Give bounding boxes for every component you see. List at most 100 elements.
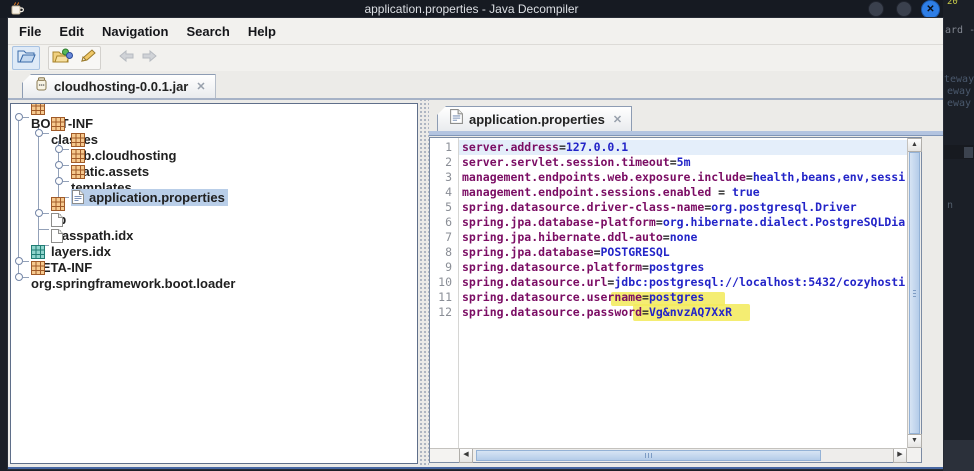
open-type-button[interactable] [49,47,76,69]
tree-connector [43,133,49,134]
tree-connector [23,277,29,278]
property-key: spring.jpa.database [462,245,594,259]
tree-connector [23,117,29,118]
scroll-up-button[interactable]: ▲ [908,138,922,152]
equals-sign: = [642,305,649,319]
menu-item-navigation[interactable]: Navigation [93,24,177,39]
minimize-button[interactable] [868,1,884,17]
code-line: spring.jpa.database-platform=org.hiberna… [462,215,907,230]
tree-expand-handle[interactable] [35,209,43,217]
toolbar [8,44,943,71]
property-value: org.hibernate.dialect.PostgreSQLDia [662,215,906,229]
code-viewport[interactable]: server.address=127.0.0.1 server.servlet.s… [459,138,907,448]
menu-item-edit[interactable]: Edit [50,24,93,39]
tree-item-templates[interactable]: templates [71,165,132,195]
equals-sign: = [745,170,753,184]
scroll-left-button[interactable]: ◀ [459,449,473,463]
package-icon [71,149,144,163]
tree-expand-handle[interactable] [55,177,63,185]
line-number: 11 [438,290,452,304]
code-line: spring.datasource.platform=postgres [462,260,907,275]
property-value: 127.0.0.1 [565,140,629,154]
split-divider[interactable] [418,100,429,467]
tree-connector [38,229,49,230]
editor-tab-close-icon[interactable]: ✕ [613,113,622,126]
vertical-scrollbar-thumb[interactable] [909,152,920,434]
search-button[interactable] [76,47,100,69]
property-key: spring.datasource.username [462,290,643,304]
tree-collapse-handle[interactable] [15,113,23,121]
pen-icon [79,48,97,69]
property-value: 5m [676,155,691,169]
property-key: management.endpoint.sessions.enabled [462,185,712,199]
code-line: management.endpoint.sessions.enabled = t… [462,185,907,200]
back-button[interactable] [115,47,138,69]
package-icon [31,261,230,275]
open-type-folder-icon [52,48,73,69]
close-button[interactable]: ✕ [921,0,940,19]
tree-expand-handle[interactable] [55,145,63,153]
equals-sign: = [642,290,649,304]
property-key: server.servlet.session.timeout [462,155,670,169]
tree-item-label: application.properties [89,189,225,205]
code-line: spring.jpa.database=POSTGRESQL [462,245,907,260]
tree-collapse-handle[interactable] [35,129,43,137]
open-file-button[interactable] [12,46,40,70]
property-value: postgres [648,290,705,304]
desktop-artifact [964,147,973,158]
package-icon [31,104,88,115]
equals-sign: = [655,215,663,229]
menu-item-help[interactable]: Help [239,24,285,39]
menu-item-search[interactable]: Search [177,24,238,39]
code-editor[interactable]: 1 2 3 4 5 6 7 8 9 10 11 12 server.address=127.0.0.1… [429,137,922,463]
window-titlebar: application.properties - Java Decompiler… [0,0,943,19]
line-number: 7 [445,230,452,244]
tree-connector [63,181,69,182]
horizontal-scrollbar-thumb[interactable] [476,450,821,461]
vertical-scrollbar[interactable]: ▲ ▼ [907,138,922,448]
package-icon [71,165,127,179]
equals-sign: = [669,155,677,169]
property-key: spring.datasource.password [462,305,643,319]
tree-expand-handle[interactable] [15,257,23,265]
tree-item-application-properties[interactable]: application.properties [71,188,228,206]
scroll-right-button[interactable]: ▶ [893,449,907,463]
maximize-button[interactable] [896,1,912,17]
property-value: health,beans,env,sessi [752,170,906,184]
tree-selection: application.properties [71,188,228,206]
menu-item-file[interactable]: File [10,24,50,39]
line-number: 3 [445,170,452,184]
forward-button[interactable] [138,47,161,69]
tree-expand-handle[interactable] [55,161,63,169]
tree-item-label: org.springframework.boot.loader [31,276,236,291]
nav-arrows [115,47,161,69]
code-line: server.address=127.0.0.1 [462,140,907,155]
property-value: POSTGRESQL [600,245,670,259]
tree-connector [43,213,49,214]
tree-connector [63,149,69,150]
property-value: org.postgresql.Driver [711,200,857,214]
package-tree-panel[interactable]: BOOT-INFclasseshtb.cloudhostingstatic.as… [10,103,418,464]
property-key: spring.datasource.url [462,275,608,289]
desktop-text-fragment: ard - [945,25,974,36]
horizontal-scrollbar[interactable]: ◀ ▶ [459,448,907,463]
file-text-icon [72,190,84,204]
jar-tab-strip: cloudhosting-0.0.1.jar ✕ [8,71,943,100]
tree-item-org-springframework-boot-loader[interactable]: org.springframework.boot.loader [31,261,235,291]
property-key: management.endpoints.web.exposure.includ… [462,170,746,184]
equals-sign: = [642,260,649,274]
tree-expand-handle[interactable] [15,273,23,281]
desktop-text-fragment: eway [947,98,972,109]
equals-sign: = [593,245,601,259]
desktop-artifact [943,440,974,471]
line-number: 5 [445,200,452,214]
line-number: 9 [445,260,452,274]
code-line: management.endpoints.web.exposure.includ… [462,170,907,185]
line-number: 6 [445,215,452,229]
jar-tab-close-icon[interactable]: ✕ [196,80,205,93]
tab-cloudhosting-jar[interactable]: cloudhosting-0.0.1.jar ✕ [22,74,216,98]
tab-application-properties[interactable]: application.properties ✕ [437,106,633,131]
tree-connector [38,125,39,245]
package-icon-meta [31,245,87,259]
scroll-down-button[interactable]: ▼ [908,434,922,448]
